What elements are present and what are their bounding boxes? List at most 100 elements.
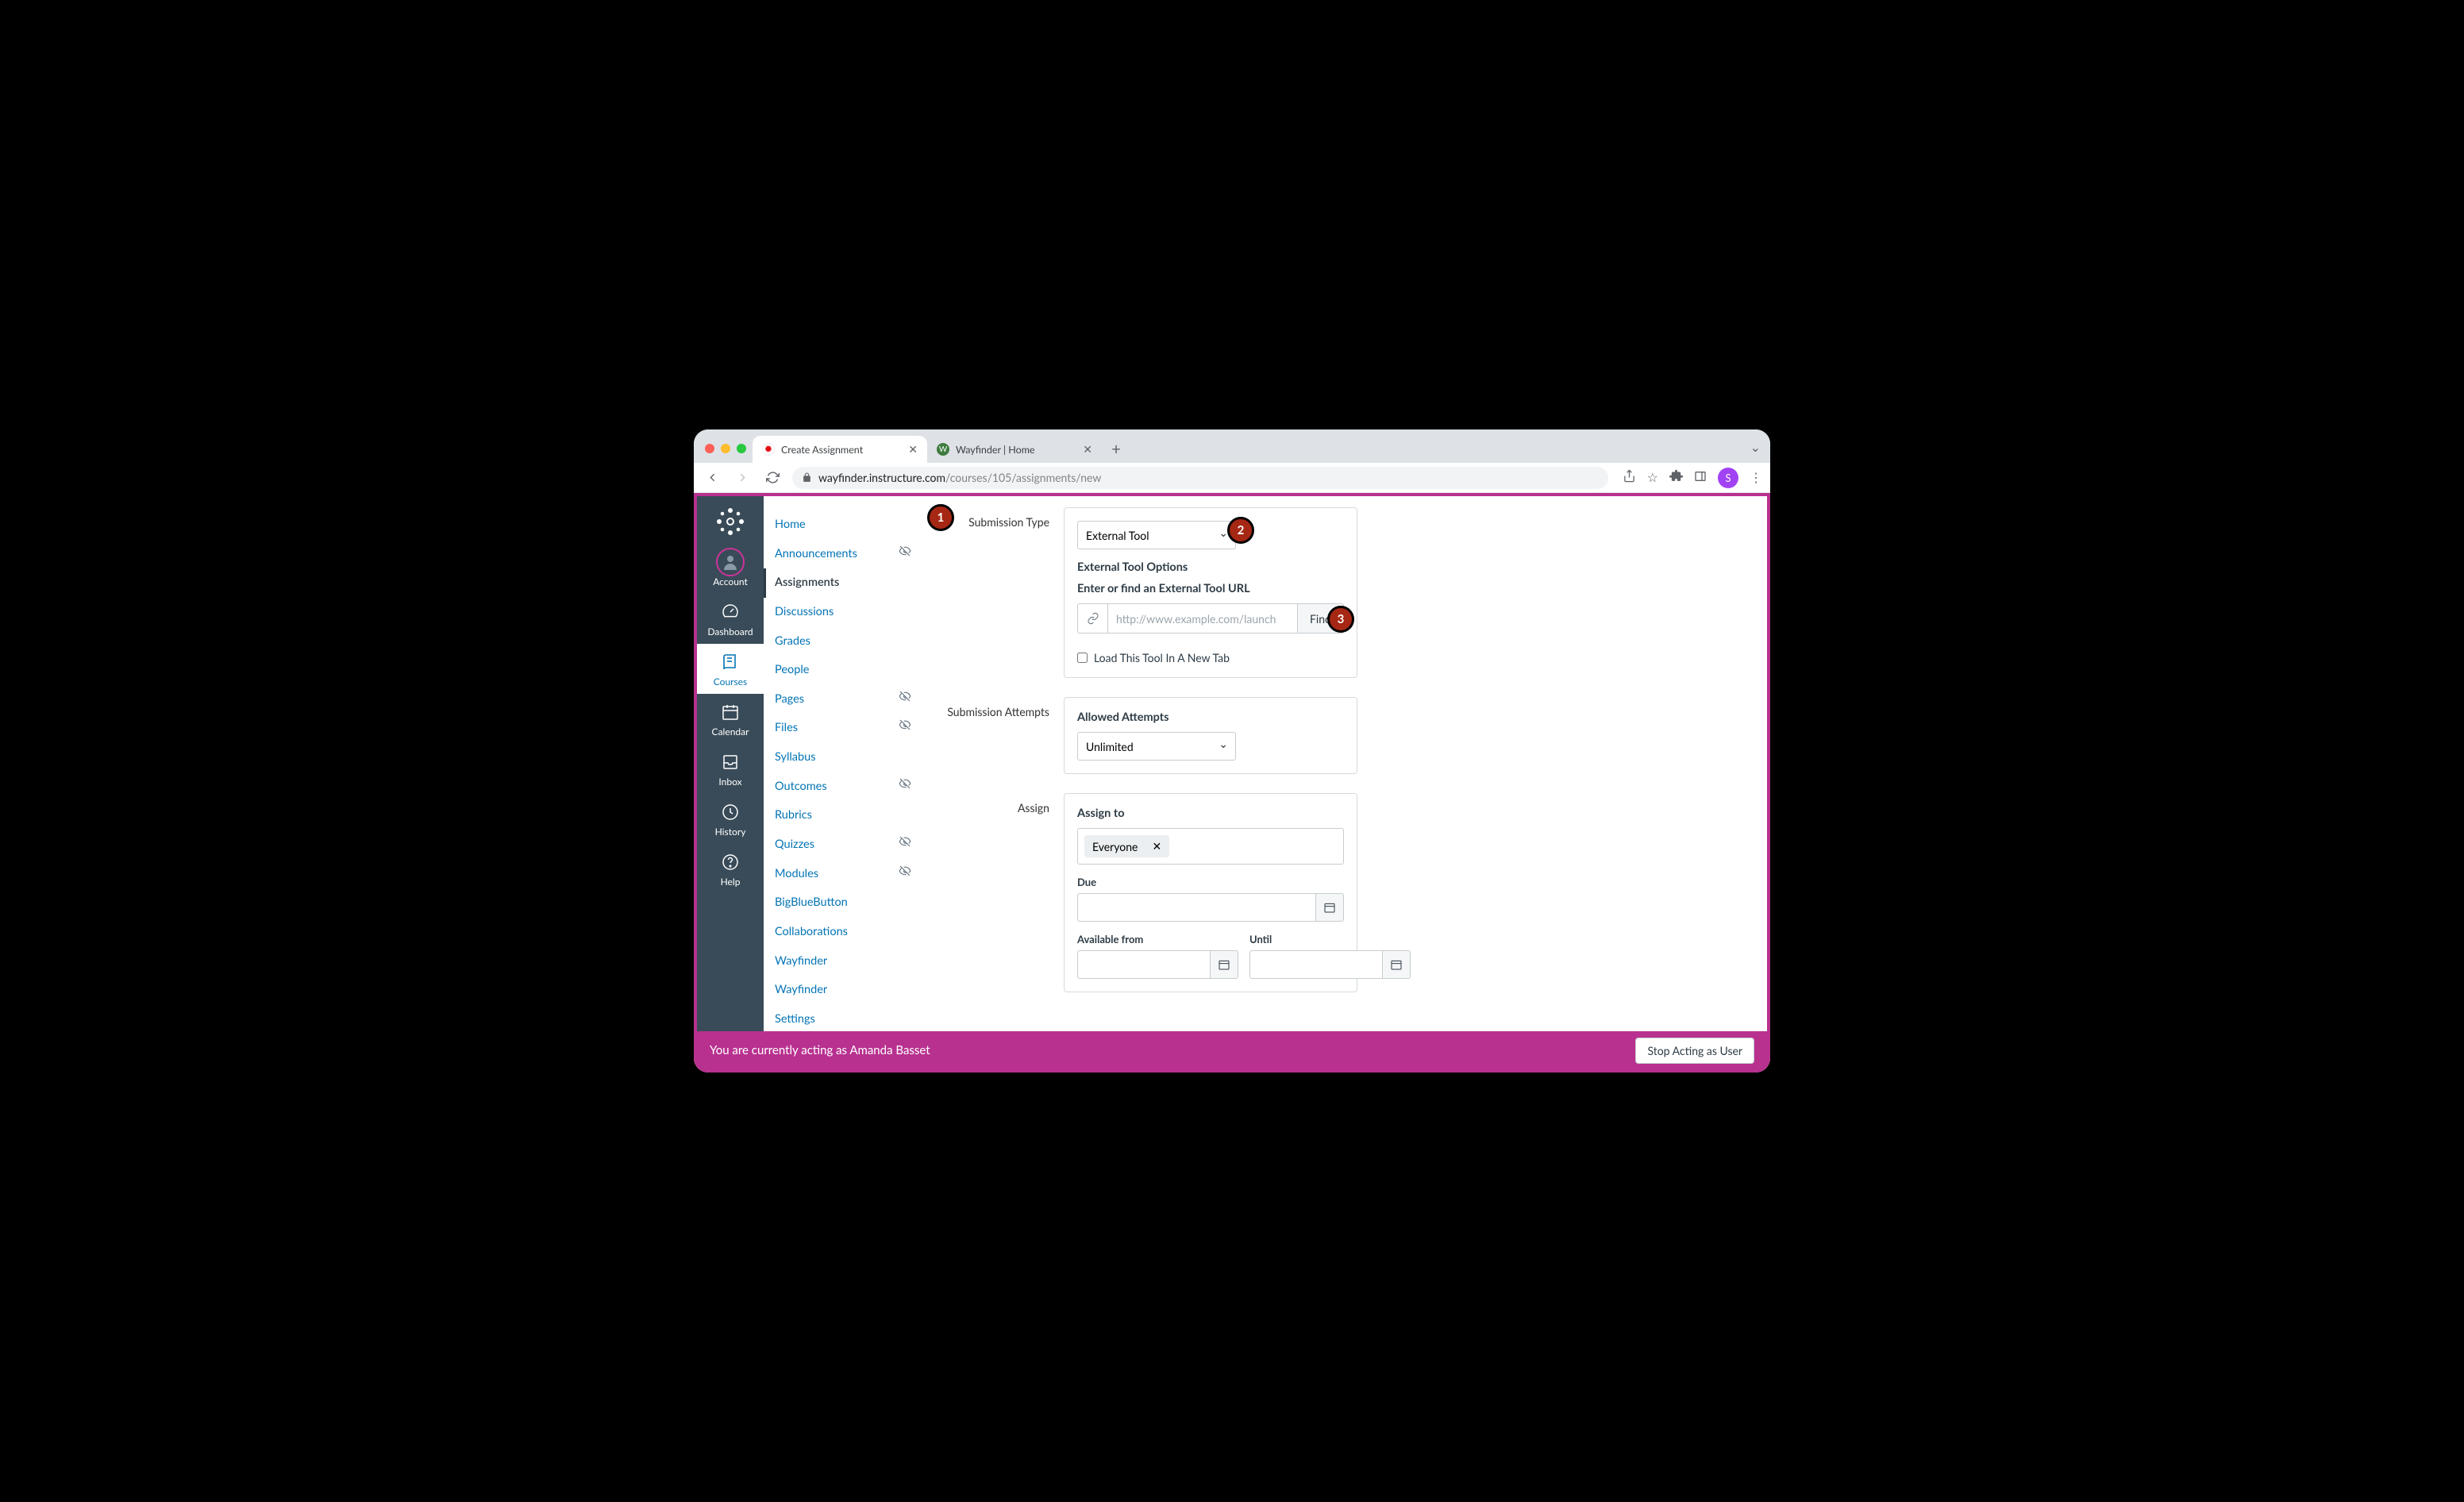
cn-bigbluebutton[interactable]: BigBlueButton — [764, 888, 922, 918]
assign-label: Assign — [945, 793, 1064, 815]
cn-modules[interactable]: Modules — [764, 860, 922, 889]
reload-button[interactable] — [762, 468, 783, 488]
until-picker[interactable] — [1382, 950, 1411, 979]
profile-avatar[interactable]: S — [1718, 468, 1738, 488]
available-from-input[interactable] — [1077, 950, 1210, 979]
assign-to-input[interactable]: Everyone ✕ — [1077, 828, 1344, 865]
nav-inbox[interactable]: Inbox — [697, 744, 764, 794]
avatar-icon — [716, 548, 745, 576]
stop-acting-button[interactable]: Stop Acting as User — [1635, 1038, 1754, 1064]
submission-type-panel: External Tool External Tool Options Ente… — [1064, 507, 1357, 678]
masquerade-text: You are currently acting as Amanda Basse… — [710, 1043, 930, 1057]
canvas-favicon: ✺ — [762, 443, 775, 456]
url-text: wayfinder.instructure.com/courses/105/as… — [818, 471, 1101, 484]
assignment-form: 1 2 3 Submission Type External Tool — [922, 496, 1767, 1031]
extensions-icon[interactable] — [1669, 469, 1683, 486]
inbox-icon — [697, 752, 764, 772]
available-from-picker[interactable] — [1210, 950, 1238, 979]
cn-grades[interactable]: Grades — [764, 627, 922, 657]
nav-help[interactable]: Help — [697, 844, 764, 894]
cn-discussions[interactable]: Discussions — [764, 598, 922, 627]
forward-button[interactable] — [732, 468, 753, 488]
attempts-panel: Allowed Attempts Unlimited — [1064, 697, 1357, 774]
courses-icon — [697, 652, 764, 672]
due-label: Due — [1077, 876, 1344, 888]
tab-title: Wayfinder | Home — [956, 444, 1035, 456]
minimize-window[interactable] — [721, 444, 730, 453]
cn-rubrics[interactable]: Rubrics — [764, 801, 922, 830]
new-tab-button[interactable]: + — [1105, 438, 1127, 460]
cn-wayfinder-1[interactable]: Wayfinder — [764, 947, 922, 976]
share-icon[interactable] — [1623, 469, 1636, 486]
hidden-icon — [899, 777, 911, 797]
allowed-attempts-select[interactable]: Unlimited — [1077, 732, 1236, 761]
annotation-3: 3 — [1327, 606, 1354, 633]
close-tab-icon[interactable]: ✕ — [1083, 442, 1092, 456]
close-tab-icon[interactable]: ✕ — [908, 442, 918, 456]
cn-outcomes[interactable]: Outcomes — [764, 772, 922, 802]
address-bar: wayfinder.instructure.com/courses/105/as… — [694, 463, 1770, 493]
nav-label: Inbox — [697, 776, 764, 788]
until-label: Until — [1249, 933, 1411, 945]
attempts-label: Submission Attempts — [945, 697, 1064, 718]
nav-label: Account — [697, 576, 764, 587]
url-bar[interactable]: wayfinder.instructure.com/courses/105/as… — [792, 467, 1608, 489]
load-new-tab-label: Load This Tool In A New Tab — [1094, 651, 1230, 664]
tab-wayfinder-home[interactable]: W Wayfinder | Home ✕ — [927, 436, 1102, 463]
due-date-picker[interactable] — [1315, 893, 1344, 922]
nav-label: Calendar — [697, 726, 764, 738]
dashboard-icon — [697, 602, 764, 622]
tab-strip: ✺ Create Assignment ✕ W Wayfinder | Home… — [694, 429, 1770, 463]
cn-files[interactable]: Files — [764, 714, 922, 743]
cn-settings[interactable]: Settings — [764, 1005, 922, 1031]
load-new-tab-checkbox[interactable] — [1077, 653, 1088, 663]
maximize-window[interactable] — [737, 444, 746, 453]
assign-to-heading: Assign to — [1077, 807, 1344, 820]
annotation-1: 1 — [927, 504, 954, 531]
due-date-input[interactable] — [1077, 893, 1315, 922]
cn-home[interactable]: Home — [764, 510, 922, 540]
bookmark-icon[interactable]: ☆ — [1647, 470, 1658, 485]
hidden-icon — [899, 690, 911, 710]
until-input[interactable] — [1249, 950, 1382, 979]
nav-label: Courses — [697, 676, 764, 687]
allowed-attempts-heading: Allowed Attempts — [1077, 711, 1344, 724]
available-from-label: Available from — [1077, 933, 1238, 945]
calendar-icon — [697, 702, 764, 722]
external-tool-url-input[interactable] — [1107, 603, 1298, 634]
link-icon — [1077, 603, 1107, 634]
menu-kebab-icon[interactable]: ⋮ — [1750, 470, 1762, 485]
canvas-logo[interactable] — [714, 506, 746, 537]
cn-collaborations[interactable]: Collaborations — [764, 918, 922, 947]
back-button[interactable] — [702, 468, 722, 488]
cn-syllabus[interactable]: Syllabus — [764, 743, 922, 772]
cn-pages[interactable]: Pages — [764, 685, 922, 714]
nav-account[interactable]: Account — [697, 544, 764, 594]
ext-options-heading: External Tool Options — [1077, 560, 1344, 574]
nav-calendar[interactable]: Calendar — [697, 694, 764, 744]
submission-type-label: Submission Type — [945, 507, 1064, 529]
assign-to-tag: Everyone ✕ — [1084, 835, 1169, 857]
remove-tag-icon[interactable]: ✕ — [1152, 839, 1161, 853]
cn-people[interactable]: People — [764, 656, 922, 685]
tab-overflow-icon[interactable]: ⌄ — [1750, 440, 1761, 463]
help-icon — [697, 852, 764, 872]
nav-courses[interactable]: Courses — [697, 644, 764, 694]
nav-dashboard[interactable]: Dashboard — [697, 594, 764, 644]
cn-assignments[interactable]: Assignments — [764, 568, 922, 598]
browser-window: ✺ Create Assignment ✕ W Wayfinder | Home… — [694, 429, 1770, 1073]
cn-announcements[interactable]: Announcements — [764, 540, 922, 569]
nav-history[interactable]: History — [697, 794, 764, 844]
sidepanel-icon[interactable] — [1694, 470, 1707, 486]
tab-create-assignment[interactable]: ✺ Create Assignment ✕ — [753, 436, 927, 463]
nav-label: Help — [697, 876, 764, 888]
submission-type-select[interactable]: External Tool — [1077, 521, 1236, 549]
window-controls — [703, 444, 753, 463]
nav-label: Dashboard — [697, 626, 764, 637]
close-window[interactable] — [705, 444, 714, 453]
hidden-icon — [899, 835, 911, 855]
cn-quizzes[interactable]: Quizzes — [764, 830, 922, 860]
cn-wayfinder-2[interactable]: Wayfinder — [764, 976, 922, 1005]
canvas-app: Account Dashboard Courses Calendar Inbox — [694, 493, 1770, 1073]
masquerade-bar: You are currently acting as Amanda Basse… — [697, 1031, 1767, 1069]
